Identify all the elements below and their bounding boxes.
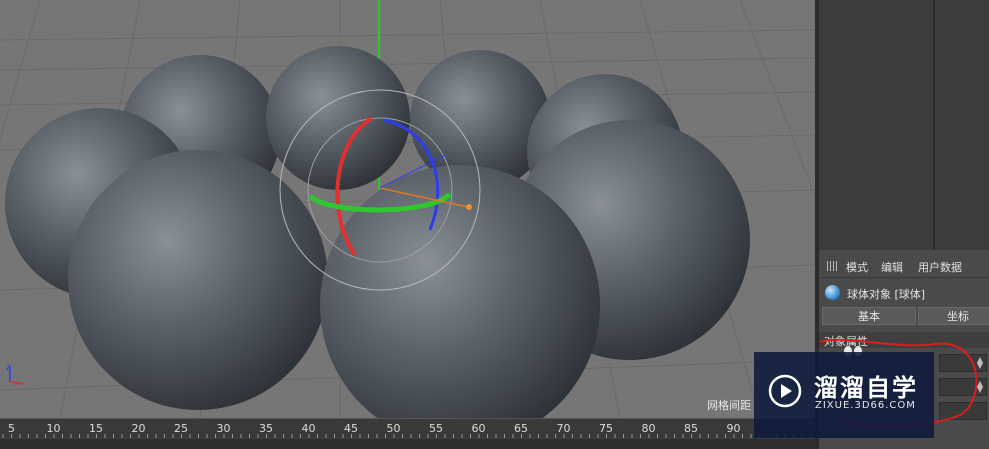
object-label: 球体对象 [球体] (847, 288, 926, 301)
svg-text:x: x (14, 379, 19, 388)
tab-basic[interactable]: 基本 (822, 307, 916, 325)
tick-label: 10 (46, 422, 61, 435)
tick-label: 60 (471, 422, 486, 435)
tick-label: 85 (684, 422, 698, 435)
tick-label: 30 (216, 422, 231, 435)
segments-field[interactable]: ▲ ▼ (939, 378, 987, 396)
axis-orientation-icon: z x (4, 362, 30, 388)
menu-edit[interactable]: 编辑 (881, 259, 903, 275)
menu-user-data[interactable]: 用户数据 (918, 259, 962, 275)
viewport-scene (0, 0, 815, 418)
tick-label: 45 (344, 422, 358, 435)
tab-coordinates[interactable]: 坐标 (918, 307, 989, 325)
tick-label: 35 (259, 422, 273, 435)
play-logo-icon (768, 374, 802, 408)
sphere-group[interactable] (5, 46, 750, 418)
attributes-menubar: 模式 编辑 用户数据 (819, 255, 989, 278)
tick-label: 80 (641, 422, 656, 435)
tick-label: 55 (429, 422, 443, 435)
object-manager-panel[interactable] (819, 0, 989, 250)
watermark-brand: 溜溜自学 (814, 374, 918, 402)
watermark: 溜溜自学 ZIXUE.3D66.COM (754, 352, 934, 438)
tick-label: 5 (8, 422, 15, 435)
svg-text:z: z (6, 363, 10, 372)
timeline[interactable]: 5 10 15 20 25 30 35 40 45 50 55 60 65 70 75 80 85 90 (0, 418, 815, 449)
tick-label: 40 (301, 422, 316, 435)
type-field[interactable] (939, 402, 987, 420)
tick-label: 50 (386, 422, 401, 435)
tick-label: 15 (89, 422, 103, 435)
tick-label: 25 (174, 422, 188, 435)
grip-icon[interactable] (827, 261, 837, 271)
tick-label: 70 (556, 422, 571, 435)
attribute-tabs: 基本 坐标 (822, 307, 989, 325)
sphere-icon (825, 285, 840, 300)
tick-label: 90 (726, 422, 741, 435)
watermark-site: ZIXUE.3D66.COM (815, 400, 916, 411)
object-header: 球体对象 [球体] (819, 283, 989, 303)
column-divider (933, 0, 935, 250)
tick-label: 65 (514, 422, 528, 435)
grid-spacing-label: 网格间距 (707, 399, 751, 412)
3d-viewport[interactable]: z x 网格间距 (0, 0, 815, 418)
radius-field[interactable]: ▲ ▼ (939, 354, 987, 372)
tick-label: 20 (131, 422, 146, 435)
sphere-object (68, 150, 328, 410)
menu-mode[interactable]: 模式 (846, 259, 868, 275)
tick-label: 75 (599, 422, 613, 435)
